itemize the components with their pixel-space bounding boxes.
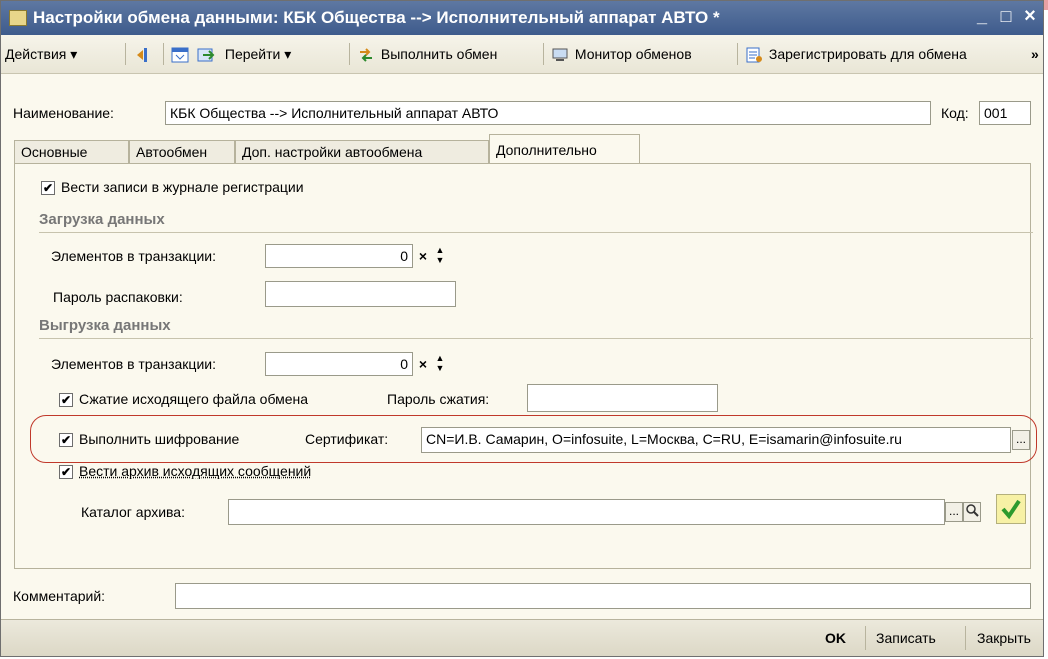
register-icon [745, 46, 763, 64]
certificate-field[interactable]: CN=И.В. Самарин, O=infosuite, L=Москва, … [421, 427, 1011, 453]
unpack-password-label: Пароль распаковки: [53, 289, 183, 305]
unpack-password-field[interactable] [265, 281, 456, 307]
log-label: Вести записи в журнале регистрации [61, 179, 304, 195]
upload-elements-label: Элементов в транзакции: [51, 356, 216, 372]
load-elements-value: 0 [400, 248, 408, 264]
tab-additional[interactable]: Дополнительно [489, 134, 640, 164]
toolbar-overflow-button[interactable]: » [1031, 43, 1039, 65]
archive-dir-label: Каталог архива: [81, 504, 185, 520]
encrypt-checkbox[interactable]: ✔ [59, 433, 73, 447]
calendar-icon-button[interactable] [171, 43, 189, 65]
upload-elements-field[interactable]: 0 [265, 352, 413, 376]
move-icon-button[interactable] [135, 43, 153, 65]
footer-separator [965, 626, 966, 650]
upload-elements-spinner[interactable]: ▲ ▼ [434, 353, 446, 375]
search-icon [966, 504, 979, 517]
upload-group-title: Выгрузка данных [39, 317, 171, 334]
archive-dir-field[interactable] [228, 499, 945, 525]
tab-main[interactable]: Основные [14, 140, 129, 163]
run-exchange-button[interactable]: Выполнить обмен [357, 43, 497, 65]
calendar-icon [171, 46, 189, 64]
settings-window: Настройки обмена данными: КБК Общества -… [0, 0, 1044, 657]
window-title: Настройки обмена данными: КБК Общества -… [33, 8, 720, 27]
upload-elements-clear-button[interactable]: × [414, 353, 432, 375]
toolbar-separator [163, 43, 164, 65]
load-elements-clear-button[interactable]: × [414, 245, 432, 267]
run-exchange-label: Выполнить обмен [380, 46, 498, 62]
toolbar-separator [349, 43, 350, 65]
log-checkbox[interactable]: ✔ [41, 181, 55, 195]
monitor-button[interactable]: Монитор обменов [551, 43, 692, 65]
move-icon [135, 46, 153, 64]
exchange-icon [357, 46, 375, 64]
certificate-label: Сертификат: [305, 431, 389, 447]
toolbar-separator [125, 43, 126, 65]
archive-checkbox[interactable]: ✔ [59, 465, 73, 479]
footer-bar: OK Записать Закрыть [1, 619, 1043, 656]
goto-label: Перейти ▾ [224, 46, 292, 62]
load-elements-label: Элементов в транзакции: [51, 248, 216, 264]
certificate-select-button[interactable]: ... [1012, 430, 1030, 450]
toolbar-separator [737, 43, 738, 65]
load-elements-spinner[interactable]: ▲ ▼ [434, 245, 446, 267]
archive-label: Вести архив исходящих сообщений [79, 463, 312, 479]
close-dialog-button[interactable]: Закрыть [977, 627, 1031, 649]
comment-field[interactable] [175, 583, 1031, 609]
name-field[interactable]: КБК Общества --> Исполнительный аппарат … [165, 101, 931, 125]
actions-menu[interactable]: Действия ▾ [5, 43, 77, 65]
tab-autoexchange[interactable]: Автообмен [129, 140, 235, 163]
certificate-value: CN=И.В. Самарин, O=infosuite, L=Москва, … [426, 431, 902, 447]
code-field[interactable]: 001 [979, 101, 1031, 125]
title-bar[interactable]: Настройки обмена данными: КБК Общества -… [1, 1, 1043, 35]
compress-label: Сжатие исходящего файла обмена [79, 391, 309, 407]
archive-check-button[interactable] [996, 494, 1026, 524]
register-button[interactable]: Зарегистрировать для обмена [745, 43, 967, 65]
toolbar-separator [543, 43, 544, 65]
tab-autoexchange-settings[interactable]: Доп. настройки автообмена [235, 140, 489, 163]
minimize-button[interactable]: _ [971, 5, 993, 27]
name-label: Наименование: [13, 105, 114, 121]
goto-menu[interactable]: Перейти ▾ [197, 43, 291, 65]
load-elements-field[interactable]: 0 [265, 244, 413, 268]
compress-password-label: Пароль сжатия: [387, 391, 490, 407]
archive-dir-select-button[interactable]: ... [945, 502, 963, 522]
save-button[interactable]: Записать [876, 627, 936, 649]
checkmark-icon [1001, 499, 1021, 520]
ok-button[interactable]: OK [825, 627, 846, 649]
goto-icon [197, 46, 215, 64]
comment-label: Комментарий: [13, 588, 106, 604]
monitor-label: Монитор обменов [574, 46, 692, 62]
load-group-title: Загрузка данных [39, 211, 165, 228]
monitor-icon [551, 46, 569, 64]
archive-dir-open-button[interactable] [963, 502, 981, 522]
load-group-divider [39, 232, 1033, 233]
upload-group-divider [39, 338, 1033, 339]
footer-separator [865, 626, 866, 650]
close-button[interactable]: × [1019, 5, 1041, 27]
upload-elements-value: 0 [400, 356, 408, 372]
compress-password-field[interactable] [527, 384, 718, 412]
code-label: Код: [941, 105, 969, 121]
compress-checkbox[interactable]: ✔ [59, 393, 73, 407]
app-icon [9, 10, 27, 26]
toolbar: Действия ▾ Перейти ▾ Выполнить обмен Мон… [1, 35, 1043, 74]
maximize-button[interactable]: □ [995, 5, 1017, 27]
encrypt-label: Выполнить шифрование [79, 431, 240, 447]
register-label: Зарегистрировать для обмена [768, 46, 967, 62]
